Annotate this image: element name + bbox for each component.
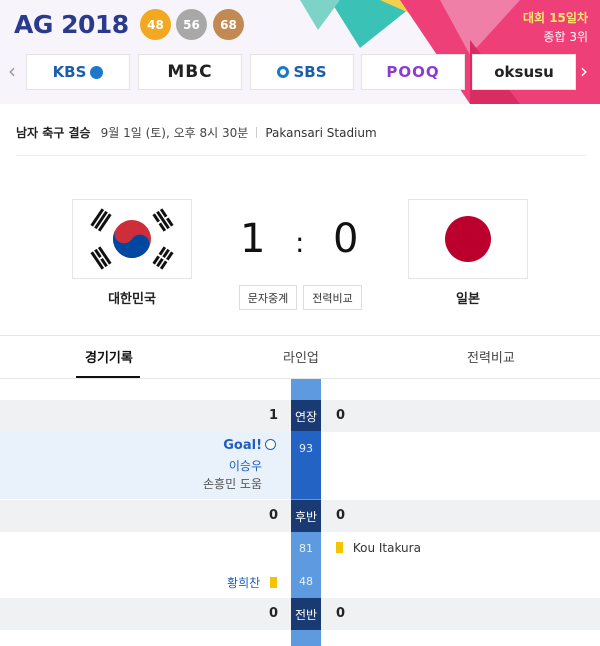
tab-lineup[interactable]: 라인업 <box>283 347 319 366</box>
pooq-label: POOQ <box>386 63 440 81</box>
home-card-minute: 48 <box>299 575 313 588</box>
text-broadcast-button[interactable]: 문자중계 <box>239 285 297 310</box>
broadcaster-mbc[interactable]: MBC <box>138 54 242 90</box>
carousel-next-icon[interactable]: › <box>580 61 588 81</box>
broadcaster-oksusu[interactable]: oksusu <box>472 54 576 90</box>
sbs-logo-icon <box>277 66 290 78</box>
goal-assist: 손흥민 도움 <box>202 477 262 491</box>
compare-button[interactable]: 전력비교 <box>303 285 362 310</box>
extra-time-label: 연장 <box>291 400 321 432</box>
home-card-player[interactable]: 황희찬 <box>227 576 260 590</box>
tabs-divider-top <box>0 335 600 336</box>
away-card-player[interactable]: Kou Itakura <box>353 541 421 555</box>
sbs-label: SBS <box>293 63 327 81</box>
home-team-name[interactable]: 대한민국 <box>72 288 192 307</box>
first-half-home-score: 0 <box>268 606 278 621</box>
score-separator: : <box>295 226 305 259</box>
goal-minute: 93 <box>299 442 313 455</box>
info-divider <box>256 127 258 138</box>
taegukgi-icon <box>73 200 191 278</box>
second-half-row: 0 후반 0 <box>0 500 600 532</box>
tab-match-record[interactable]: 경기기록 <box>85 347 133 366</box>
home-card-event: 황희찬 <box>227 574 277 591</box>
broadcaster-kbs[interactable]: KBS <box>26 54 130 90</box>
second-half-home-score: 0 <box>268 508 278 523</box>
korea-flag[interactable] <box>72 199 192 279</box>
day-label: 대회 15일차 <box>522 11 588 25</box>
goal-scorer[interactable]: 이승우 <box>229 457 262 474</box>
second-half-label: 후반 <box>291 500 321 532</box>
yellow-card-icon <box>270 577 277 588</box>
home-score: 1 <box>240 216 266 262</box>
rank-info: 대회 15일차 종합 3위 <box>523 9 588 47</box>
away-team-name[interactable]: 일본 <box>408 288 528 307</box>
extra-time-row: 1 연장 0 <box>0 400 600 432</box>
broadcaster-pooq[interactable]: POOQ <box>361 54 465 90</box>
soccer-ball-icon <box>265 439 276 450</box>
match-datetime: 9월 1일 (토), 오후 8시 30분 <box>100 126 249 140</box>
kbs-logo-icon <box>90 65 104 79</box>
info-divider-line <box>16 155 586 156</box>
logo-text: AG 2018 <box>14 9 129 39</box>
match-category: 남자 축구 결승 <box>16 126 91 140</box>
kbs-label: KBS <box>52 63 87 81</box>
japan-flag[interactable] <box>408 199 528 279</box>
oksusu-label: oksusu <box>494 63 554 81</box>
match-info: 남자 축구 결승 9월 1일 (토), 오후 8시 30분 Pakansari St… <box>16 124 377 141</box>
away-card-minute: 81 <box>299 542 313 555</box>
broadcaster-carousel: ‹ KBS MBC SBS POOQ oksusu › <box>0 51 600 93</box>
broadcaster-sbs[interactable]: SBS <box>250 54 354 90</box>
first-half-away-score: 0 <box>336 606 346 621</box>
extra-time-home-score: 1 <box>268 408 278 423</box>
extra-time-away-score: 0 <box>336 408 346 423</box>
gold-medal-count: 48 <box>140 9 171 40</box>
goal-title: Goal! <box>223 438 276 453</box>
rank-label: 종합 3위 <box>543 30 588 44</box>
carousel-prev-icon[interactable]: ‹ <box>8 61 16 81</box>
ag2018-logo[interactable]: AG 2018 <box>14 8 129 40</box>
bronze-medal-count: 68 <box>213 9 244 40</box>
header-banner: AG 2018 48 56 68 대회 15일차 종합 3위 ‹ KBS MBC… <box>0 0 600 104</box>
goal-text: Goal! <box>223 438 262 453</box>
yellow-card-icon <box>336 542 343 553</box>
away-score: 0 <box>333 216 359 262</box>
match-venue: Pakansari Stadium <box>265 126 377 140</box>
silver-medal-count: 56 <box>176 9 207 40</box>
first-half-label: 전반 <box>291 598 321 630</box>
hinomaru-icon <box>409 200 527 278</box>
mbc-label: MBC <box>167 62 213 82</box>
away-card-event: Kou Itakura <box>336 541 421 555</box>
second-half-away-score: 0 <box>336 508 346 523</box>
first-half-row: 0 전반 0 <box>0 598 600 630</box>
tab-comparison[interactable]: 전력비교 <box>467 347 515 366</box>
